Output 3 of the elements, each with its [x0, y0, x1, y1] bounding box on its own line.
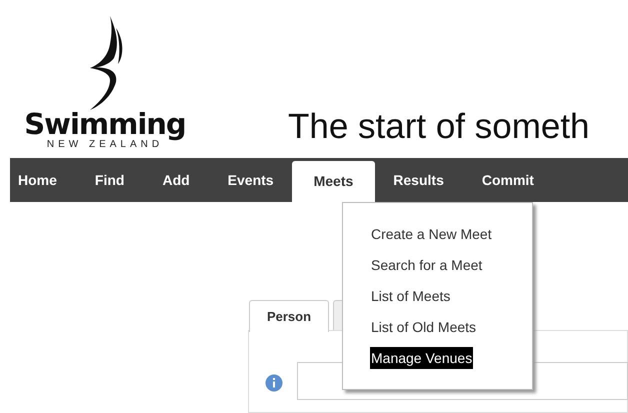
tagline: The start of someth [288, 109, 590, 144]
logo-text: Swimming [24, 110, 186, 139]
logo-subtitle: NEW ZEALAND [46, 139, 164, 150]
